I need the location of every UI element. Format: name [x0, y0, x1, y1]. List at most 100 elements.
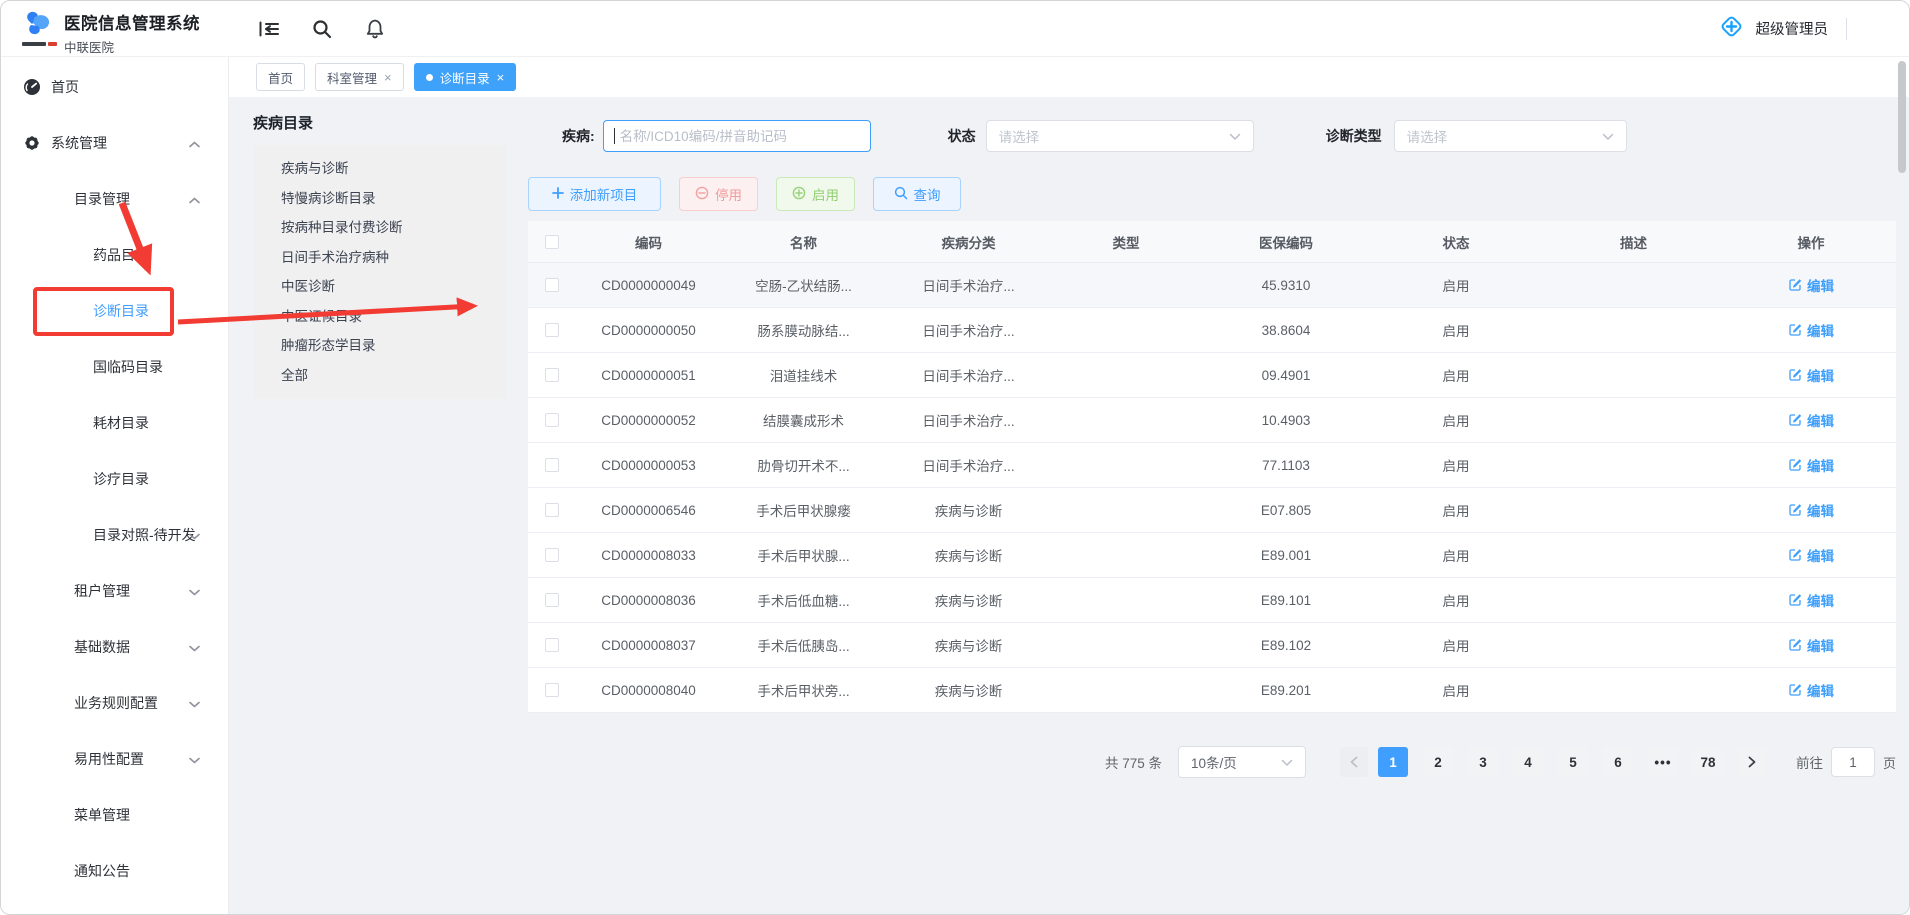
close-icon[interactable]: × [497, 71, 505, 84]
tab[interactable]: 诊断目录 × [414, 63, 517, 91]
sidebar-item-label: 药品目录 [1, 245, 149, 265]
chevron-down-icon [1229, 129, 1241, 144]
table-row: CD0000008036 手术后低血糖... 疾病与诊断 E89.101 启用 [528, 578, 1896, 623]
sidebar-item-label: 目录管理 [1, 189, 130, 209]
page-button[interactable]: 5 [1558, 747, 1588, 777]
disease-search-input[interactable] [603, 120, 871, 152]
edit-button[interactable]: 编辑 [1788, 590, 1834, 610]
catalog-item[interactable]: 中医诊断 [253, 272, 506, 302]
page-size-select[interactable]: 10条/页 [1178, 746, 1306, 778]
catalog-item[interactable]: 中医证候目录 [253, 302, 506, 332]
diag-type-select[interactable]: 请选择 [1394, 120, 1627, 152]
cell-name: 手术后甲状腺瘘 [721, 500, 886, 520]
sidebar-item[interactable]: 诊疗目录 [1, 451, 228, 507]
goto-page-input[interactable] [1831, 747, 1875, 777]
sidebar-item[interactable]: 耗材目录 [1, 395, 228, 451]
status-select-value: 请选择 [999, 126, 1040, 146]
sidebar-item[interactable]: 菜单管理 [1, 787, 228, 843]
edit-button[interactable]: 编辑 [1788, 320, 1834, 340]
cell-category: 疾病与诊断 [886, 680, 1051, 700]
select-all-checkbox[interactable] [545, 235, 559, 249]
row-checkbox[interactable] [545, 278, 559, 292]
row-checkbox[interactable] [545, 458, 559, 472]
sidebar-item[interactable]: 目录对照-待开发 [1, 507, 228, 563]
chevron-down-icon [1602, 129, 1614, 144]
user-menu[interactable]: 超级管理员 [1718, 13, 1829, 45]
next-page-button[interactable] [1738, 747, 1766, 777]
page-button[interactable]: 78 [1693, 747, 1723, 777]
enable-button[interactable]: 启用 [776, 177, 855, 211]
cell-name: 肠系膜动脉结... [721, 320, 886, 340]
page-button[interactable]: 3 [1468, 747, 1498, 777]
page-button[interactable]: 2 [1423, 747, 1453, 777]
tab[interactable]: 首页 [256, 63, 305, 91]
sidebar-item-label: 租户管理 [1, 581, 130, 601]
catalog-item[interactable]: 按病种目录付费诊断 [253, 213, 506, 243]
row-checkbox[interactable] [545, 548, 559, 562]
menu-fold-icon[interactable] [257, 17, 281, 41]
sidebar-item[interactable]: 目录管理 [1, 171, 228, 227]
row-checkbox[interactable] [545, 683, 559, 697]
chevron-down-icon [1281, 755, 1293, 770]
page-button[interactable]: 1 [1378, 747, 1408, 777]
edit-icon [1788, 502, 1802, 519]
status-label: 状态 [948, 126, 976, 146]
page-button[interactable]: 6 [1603, 747, 1633, 777]
query-button[interactable]: 查询 [873, 177, 961, 211]
row-checkbox[interactable] [545, 413, 559, 427]
edit-button[interactable]: 编辑 [1788, 365, 1834, 385]
catalog-item[interactable]: 特慢病诊断目录 [253, 184, 506, 214]
catalog-item[interactable]: 全部 [253, 361, 506, 391]
chevron-down-icon [189, 583, 200, 599]
catalog-item[interactable]: 日间手术治疗病种 [253, 243, 506, 273]
cell-code: CD0000000049 [576, 278, 721, 293]
sidebar-item[interactable]: 通知公告 [1, 843, 228, 899]
sidebar-item[interactable]: 系统管理 [1, 115, 228, 171]
sidebar-item[interactable]: 易用性配置 [1, 731, 228, 787]
catalog-item[interactable]: 肿瘤形态学目录 [253, 331, 506, 361]
search-icon[interactable] [310, 17, 334, 41]
filter-row: 疾病: 状态 请选择 诊断类型 请选择 [528, 120, 1896, 152]
page-button[interactable]: ••• [1648, 747, 1678, 777]
sidebar-item[interactable]: 诊断目录 [1, 283, 228, 339]
active-dot-icon [426, 74, 433, 81]
sidebar-item[interactable]: 首页 [1, 59, 228, 115]
chevron-down-icon [189, 527, 200, 543]
sidebar-item-label: 基础数据 [1, 637, 130, 657]
cell-status: 启用 [1371, 410, 1541, 430]
sidebar-item[interactable]: 药品目录 [1, 227, 228, 283]
edit-button[interactable]: 编辑 [1788, 680, 1834, 700]
sidebar-item[interactable]: 租户管理 [1, 563, 228, 619]
cell-name: 手术后甲状腺... [721, 545, 886, 565]
edit-icon [1788, 367, 1802, 384]
row-checkbox[interactable] [545, 323, 559, 337]
edit-button[interactable]: 编辑 [1788, 635, 1834, 655]
sidebar-item[interactable]: 国临码目录 [1, 339, 228, 395]
close-icon[interactable]: × [384, 71, 392, 84]
vertical-scrollbar-thumb[interactable] [1898, 61, 1906, 173]
edit-button[interactable]: 编辑 [1788, 545, 1834, 565]
status-select[interactable]: 请选择 [986, 120, 1254, 152]
edit-button[interactable]: 编辑 [1788, 410, 1834, 430]
edit-button[interactable]: 编辑 [1788, 455, 1834, 475]
tab[interactable]: 科室管理 × [315, 63, 404, 91]
sidebar-item[interactable]: 业务规则配置 [1, 675, 228, 731]
row-checkbox[interactable] [545, 368, 559, 382]
pagination: 共 775 条 10条/页 1 2 3 [528, 746, 1896, 778]
disease-label: 疾病: [562, 126, 595, 146]
add-item-button[interactable]: 添加新项目 [528, 177, 661, 211]
notification-icon[interactable] [363, 17, 387, 41]
catalog-item[interactable]: 疾病与诊断 [253, 154, 506, 184]
edit-button[interactable]: 编辑 [1788, 500, 1834, 520]
prev-page-button[interactable] [1340, 747, 1368, 777]
row-checkbox[interactable] [545, 503, 559, 517]
sidebar-item[interactable]: 基础数据 [1, 619, 228, 675]
tab-bar: 首页 科室管理 × 诊断目录 × [229, 57, 1909, 97]
row-checkbox[interactable] [545, 593, 559, 607]
page-button[interactable]: 4 [1513, 747, 1543, 777]
row-checkbox[interactable] [545, 638, 559, 652]
cell-category: 疾病与诊断 [886, 500, 1051, 520]
cell-insurance-code: 77.1103 [1201, 458, 1371, 473]
disable-button[interactable]: 停用 [679, 177, 758, 211]
edit-button[interactable]: 编辑 [1788, 275, 1834, 295]
